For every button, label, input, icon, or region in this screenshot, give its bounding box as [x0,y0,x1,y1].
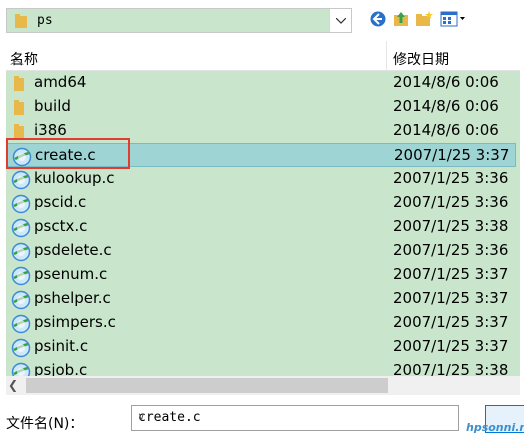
sort-ascending-icon: ︿ [10,52,24,68]
list-item[interactable]: i386 2014/8/6 0:06 [6,119,499,143]
view-menu-icon[interactable] [440,10,470,28]
path-text: ps [37,13,53,28]
c-file-icon [11,290,31,310]
file-name: psimpers.c [34,313,116,331]
file-date: 2007/1/25 3:38 [393,361,509,376]
c-file-icon [11,362,31,376]
c-file-icon [11,314,31,334]
c-file-icon [11,266,31,286]
file-name: psenum.c [34,265,108,283]
list-item[interactable]: kulookup.c 2007/1/25 3:36 [6,167,508,191]
file-date: 2007/1/25 3:36 [393,193,509,211]
file-date: 2007/1/25 3:37 [394,146,510,164]
file-date: 2014/8/6 0:06 [393,121,499,139]
file-date: 2007/1/25 3:38 [393,217,509,235]
file-name: pscid.c [34,193,87,211]
list-item[interactable]: pscid.c 2007/1/25 3:36 [6,191,508,215]
file-name: amd64 [34,73,87,91]
column-header: 名称 ︿ 修改日期 [6,41,520,71]
file-name: psinit.c [34,337,89,355]
file-name: i386 [34,121,67,139]
list-item[interactable]: psdelete.c 2007/1/25 3:36 [6,239,508,263]
folder-icon [11,98,31,118]
list-item[interactable]: psimpers.c 2007/1/25 3:37 [6,311,508,335]
file-name: psdelete.c [34,241,112,259]
c-file-icon [11,338,31,358]
back-icon[interactable] [369,10,387,28]
folder-icon [11,74,31,94]
scroll-left-icon[interactable]: ❮ [8,378,18,392]
file-date: 2007/1/25 3:36 [393,169,509,187]
list-item[interactable]: amd64 2014/8/6 0:06 [6,71,499,95]
file-name: psjob.c [34,361,88,376]
file-name: psctx.c [34,217,88,235]
c-file-icon [11,218,31,238]
filename-label: 文件名(N)： [6,416,84,432]
file-date: 2007/1/25 3:36 [393,241,509,259]
folder-icon [11,122,31,142]
new-folder-icon[interactable] [415,10,433,28]
c-file-icon [11,242,31,262]
chevron-down-icon[interactable]: ∨ [138,410,454,423]
up-folder-icon[interactable] [392,10,410,28]
file-name: kulookup.c [34,169,115,187]
list-item[interactable]: build 2014/8/6 0:06 [6,95,499,119]
column-date-label: 修改日期 [393,52,449,68]
list-item[interactable]: psenum.c 2007/1/25 3:37 [6,263,508,287]
file-date: 2007/1/25 3:37 [393,265,509,283]
filename-input[interactable]: create.c ∨ [131,405,459,431]
folder-icon [15,14,27,28]
file-date: 2007/1/25 3:37 [393,337,509,355]
file-name: create.c [35,146,96,164]
list-item[interactable]: psjob.c 2007/1/25 3:38 [6,359,508,376]
list-item[interactable]: pshelper.c 2007/1/25 3:37 [6,287,508,311]
file-name: pshelper.c [34,289,111,307]
file-date: 2007/1/25 3:37 [393,289,509,307]
toolbar: ps [0,0,524,38]
scrollbar-thumb[interactable] [26,378,388,393]
file-date: 2014/8/6 0:06 [393,97,499,115]
list-item[interactable]: create.c 2007/1/25 3:37 [6,143,516,167]
watermark: hpsonni.net [466,421,524,434]
c-file-icon [12,147,32,167]
column-header-name[interactable]: 名称 ︿ [6,41,387,71]
file-date: 2014/8/6 0:06 [393,73,499,91]
horizontal-scrollbar[interactable]: ❮ [6,376,520,395]
c-file-icon [11,194,31,214]
file-date: 2007/1/25 3:37 [393,313,509,331]
list-item[interactable]: psinit.c 2007/1/25 3:37 [6,335,508,359]
list-item[interactable]: psctx.c 2007/1/25 3:38 [6,215,508,239]
file-list[interactable]: 名称 ︿ 修改日期 amd64 2014/8/6 0:06 build 2014/8/… [6,41,520,376]
chevron-down-icon[interactable] [329,9,351,32]
file-name: build [34,97,71,115]
path-combo[interactable]: ps [6,8,352,33]
c-file-icon [11,170,31,190]
